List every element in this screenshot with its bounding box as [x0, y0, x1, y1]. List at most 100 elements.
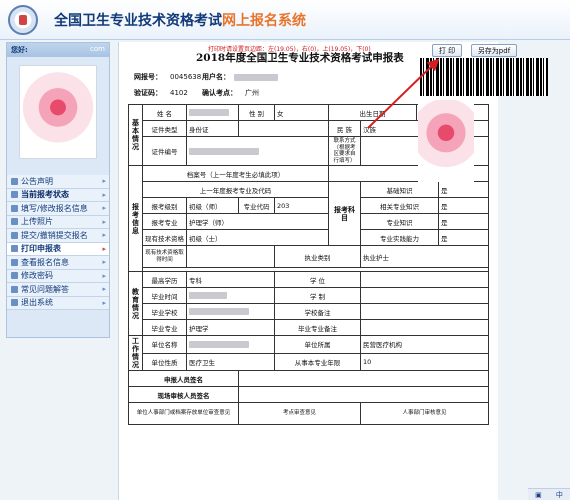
save-pdf-button[interactable]: 另存为pdf	[471, 44, 517, 57]
sidebar-item-label: 上传照片	[21, 217, 53, 227]
reviewer-sign-value	[238, 386, 489, 403]
sidebar-item-logout[interactable]: 退出系统 ▸	[7, 296, 109, 310]
sidebar-item-upload-photo[interactable]: 上传照片 ▸	[7, 215, 109, 229]
professional-knowledge-value: 是	[438, 213, 489, 230]
id-type-value: 身份证	[186, 120, 239, 137]
sidebar-item-submit[interactable]: 提交/撤销提交报名 ▸	[7, 229, 109, 243]
sidebar-item-faq[interactable]: 常见问题解答 ▸	[7, 283, 109, 297]
sidebar-item-label: 修改密码	[21, 271, 53, 281]
id-no-redacted	[189, 147, 259, 155]
title-held-value: 初级（士）	[186, 229, 329, 246]
edu-top-label: 最高学历	[142, 271, 187, 288]
chevron-right-icon: ▸	[102, 177, 106, 186]
exam-site-value: 广州	[245, 89, 259, 97]
unit-owner-label: 单位所属	[274, 335, 361, 354]
name-label: 姓 名	[142, 104, 187, 121]
chevron-right-icon: ▸	[102, 244, 106, 253]
view-icon	[11, 258, 18, 266]
sidebar-item-label: 常见问题解答	[21, 284, 69, 294]
user-greeting-bar: 您好: com	[7, 43, 109, 57]
site-opinion-label: 考点审查意见	[238, 402, 361, 425]
sidebar-menu: 公告声明 ▸ 当前报考状态 ▸ 填写/修改报名信息 ▸ 上传照片 ▸ 提交/撤销提交报名…	[7, 175, 109, 310]
exam-site-label: 确认考点：	[202, 89, 237, 97]
section-exam: 报考信息	[128, 165, 143, 272]
chevron-right-icon: ▸	[102, 190, 106, 199]
section-basic: 基本情况	[128, 104, 143, 166]
chevron-right-icon: ▸	[102, 258, 106, 267]
sidebar-item-print[interactable]: 打印申报表 ▸	[7, 242, 109, 256]
title-time-label: 现有技术资格取得时间	[142, 245, 187, 268]
id-type-spacer	[238, 120, 329, 137]
site-title-accent: 网上报名系统	[222, 13, 306, 29]
unit-name-redacted	[189, 340, 249, 348]
sidebar-item-edit-info[interactable]: 填写/修改报名信息 ▸	[7, 202, 109, 216]
practice-type-value: 执业护士	[360, 245, 489, 268]
title-held-label: 现有技术资格	[142, 229, 187, 246]
input-language-indicator[interactable]: 中	[556, 490, 563, 500]
reg-no-label: 网报号：	[134, 73, 162, 81]
sidebar-item-view-info[interactable]: 查看报名信息 ▸	[7, 256, 109, 270]
greeting-label: 您好:	[11, 46, 28, 54]
chevron-right-icon: ▸	[102, 285, 106, 294]
schooling-value	[360, 287, 489, 304]
site-title-main: 全国卫生专业技术资格考试	[54, 13, 222, 29]
degree-label: 学 位	[274, 271, 361, 288]
edit-icon	[11, 204, 18, 212]
professional-knowledge-label: 专业知识	[360, 213, 439, 230]
unit-name-value	[186, 335, 275, 354]
document-icon	[11, 191, 18, 199]
grad-major-label: 毕业专业	[142, 319, 187, 336]
grad-time-redacted	[189, 292, 227, 299]
red-arrow-annotation	[367, 58, 440, 129]
work-years-value: 10	[360, 352, 489, 371]
unit-type-label: 单位性质	[142, 352, 187, 371]
tray-keyboard-icon[interactable]: ▣	[535, 491, 542, 499]
chevron-right-icon: ▸	[102, 298, 106, 307]
header-banner: 全国卫生专业技术资格考试网上报名系统	[0, 0, 570, 40]
unit-type-value: 医疗卫生	[186, 352, 275, 371]
major-code-label: 专业代码	[238, 197, 275, 214]
unit-opinion-label: 单位人事部门或档案存放单位审查意见	[128, 402, 239, 425]
chevron-right-icon: ▸	[102, 204, 106, 213]
chevron-right-icon: ▸	[102, 271, 106, 280]
edu-top-value: 专科	[186, 271, 275, 288]
major-label: 报考专业	[142, 213, 187, 230]
key-icon	[11, 272, 18, 280]
practice-ability-label: 专业实践能力	[360, 229, 439, 246]
chevron-right-icon: ▸	[102, 217, 106, 226]
grad-time-label: 毕业时间	[142, 287, 187, 304]
document-icon	[11, 177, 18, 185]
id-type-label: 证件类型	[142, 120, 187, 137]
basic-knowledge-label: 基础知识	[360, 181, 439, 198]
username-redacted	[234, 73, 278, 81]
help-icon	[11, 285, 18, 293]
username-label: 用户名：	[202, 73, 230, 81]
sidebar-item-announcement[interactable]: 公告声明 ▸	[7, 175, 109, 189]
sidebar-item-status[interactable]: 当前报考状态 ▸	[7, 188, 109, 202]
practice-type-label: 执业类别	[274, 245, 361, 268]
id-no-value	[186, 136, 329, 166]
contact-label: 联系方式（根据考区要求自行填写）	[328, 136, 361, 166]
submit-icon	[11, 231, 18, 239]
schooling-label: 学 制	[274, 287, 361, 304]
school-label: 毕业学校	[142, 303, 187, 320]
basic-knowledge-value: 是	[438, 181, 489, 198]
major-value: 护理学（师）	[186, 213, 329, 230]
school-value	[186, 303, 275, 320]
degree-value	[360, 271, 489, 288]
level-label: 报考级别	[142, 197, 187, 214]
work-years-label: 从事本专业年限	[274, 352, 361, 371]
grad-major-note-value	[360, 319, 489, 336]
chevron-right-icon: ▸	[102, 231, 106, 240]
archive-label: 档案号（上一年度考生必填此项）	[142, 165, 329, 182]
last-subject-label: 上一年度报考专业及代码	[142, 181, 329, 198]
emblem-logo	[8, 5, 38, 35]
logout-icon	[11, 299, 18, 307]
reg-no-row: 网报号： 0045638	[134, 72, 201, 82]
sidebar-item-label: 填写/修改报名信息	[21, 203, 88, 213]
ethnic-label: 民 族	[328, 120, 361, 137]
sidebar-item-label: 公告声明	[21, 176, 53, 186]
major-code-value: 203	[274, 197, 329, 214]
sidebar-item-label: 当前报考状态	[21, 190, 69, 200]
sidebar-item-password[interactable]: 修改密码 ▸	[7, 269, 109, 283]
